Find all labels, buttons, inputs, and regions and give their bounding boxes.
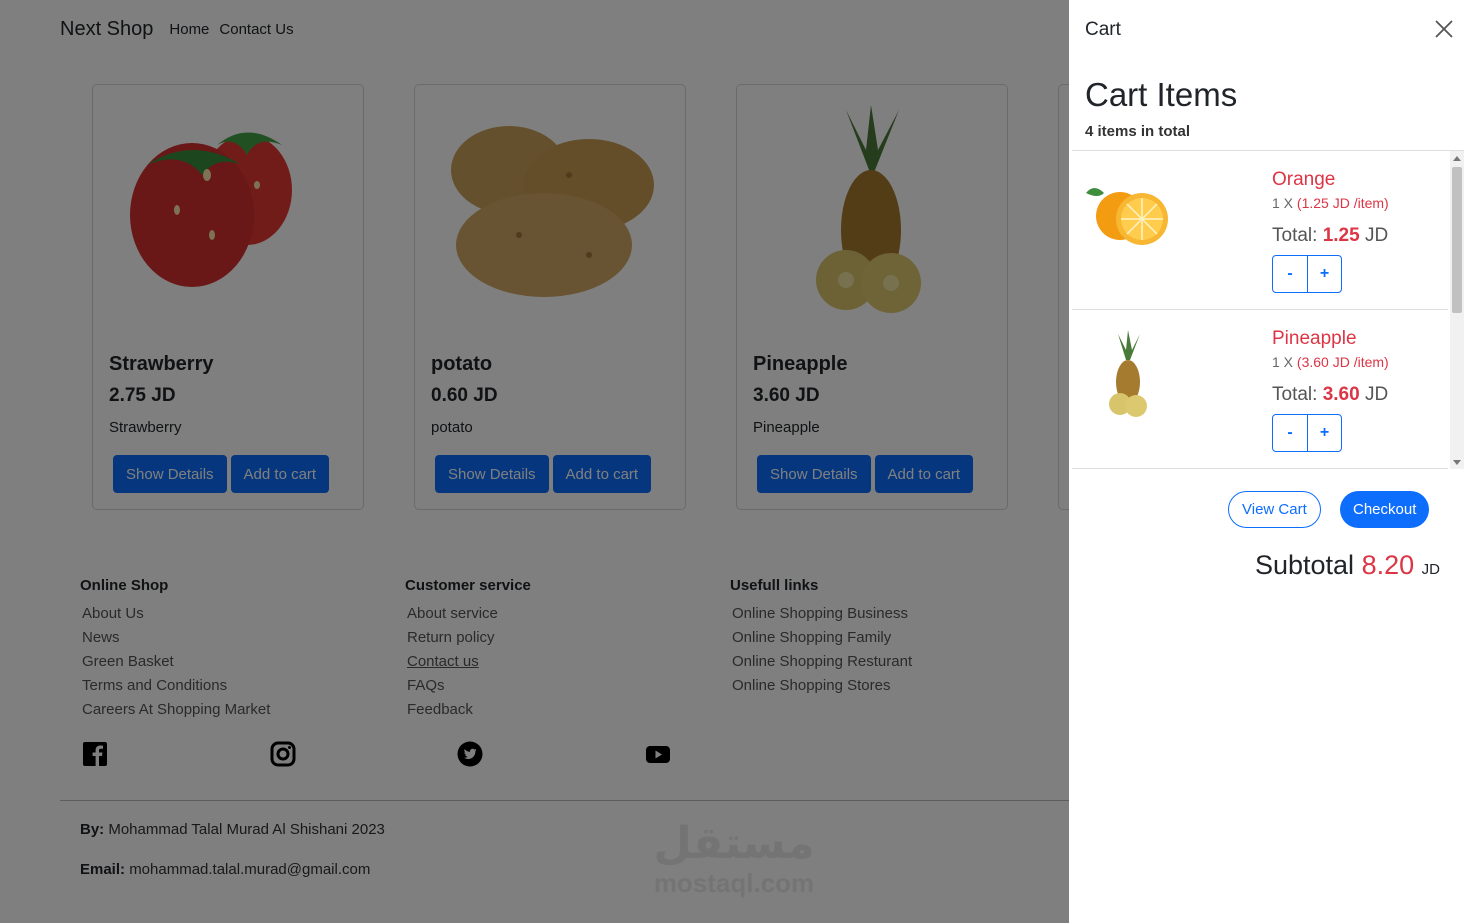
- orange-image: [1086, 188, 1168, 245]
- scroll-up-arrow-icon[interactable]: [1453, 156, 1461, 161]
- subtotal-currency: JD: [1421, 561, 1440, 578]
- cart-subtotal: Subtotal 8.20 JD: [1255, 550, 1440, 581]
- drawer-title: Cart: [1085, 19, 1121, 40]
- scrollbar-thumb[interactable]: [1452, 167, 1462, 313]
- quantity-stepper: - +: [1272, 414, 1342, 452]
- qty-prefix: 1 X: [1272, 354, 1294, 370]
- total-currency: JD: [1364, 384, 1389, 405]
- subtotal-label: Subtotal: [1254, 550, 1355, 580]
- quantity-stepper: - +: [1272, 255, 1342, 293]
- cart-scrollbar[interactable]: [1450, 151, 1464, 469]
- modal-backdrop[interactable]: [0, 0, 1069, 923]
- cart-item-total: Total: 1.25 JD: [1272, 225, 1388, 247]
- increase-button[interactable]: +: [1307, 256, 1341, 292]
- total-label: Total:: [1272, 384, 1318, 405]
- cart-drawer: Cart Cart Items 4 items in total Orange …: [1069, 0, 1466, 923]
- unit-price: (1.25 JD /item): [1296, 195, 1389, 211]
- cart-item-name: Orange: [1272, 169, 1336, 190]
- increase-button[interactable]: +: [1307, 415, 1341, 451]
- cart-item-count: 4 items in total: [1085, 123, 1191, 140]
- cart-item-quantity: 1 X (3.60 JD /item): [1272, 354, 1389, 370]
- total-value: 3.60: [1322, 384, 1360, 405]
- cart-item-total: Total: 3.60 JD: [1272, 384, 1388, 406]
- total-label: Total:: [1272, 225, 1318, 246]
- subtotal-value: 8.20: [1361, 550, 1415, 580]
- total-currency: JD: [1364, 225, 1389, 246]
- qty-prefix: 1 X: [1272, 195, 1294, 211]
- cart-item-quantity: 1 X (1.25 JD /item): [1272, 195, 1389, 211]
- cart-heading: Cart Items: [1085, 76, 1238, 113]
- scroll-down-arrow-icon[interactable]: [1453, 460, 1461, 465]
- decrease-button[interactable]: -: [1273, 256, 1307, 292]
- decrease-button[interactable]: -: [1273, 415, 1307, 451]
- cart-item: Orange 1 X (1.25 JD /item) Total: 1.25 J…: [1072, 151, 1448, 310]
- pineapple-image: [1109, 330, 1147, 417]
- cart-item-name: Pineapple: [1272, 328, 1357, 349]
- cart-item: Pineapple 1 X (3.60 JD /item) Total: 3.6…: [1072, 310, 1448, 469]
- checkout-button[interactable]: Checkout: [1340, 491, 1430, 528]
- close-icon[interactable]: [1433, 18, 1455, 40]
- cart-item-list[interactable]: Orange 1 X (1.25 JD /item) Total: 1.25 J…: [1072, 150, 1464, 469]
- unit-price: (3.60 JD /item): [1296, 354, 1389, 370]
- total-value: 1.25: [1322, 225, 1360, 246]
- view-cart-button[interactable]: View Cart: [1228, 491, 1321, 528]
